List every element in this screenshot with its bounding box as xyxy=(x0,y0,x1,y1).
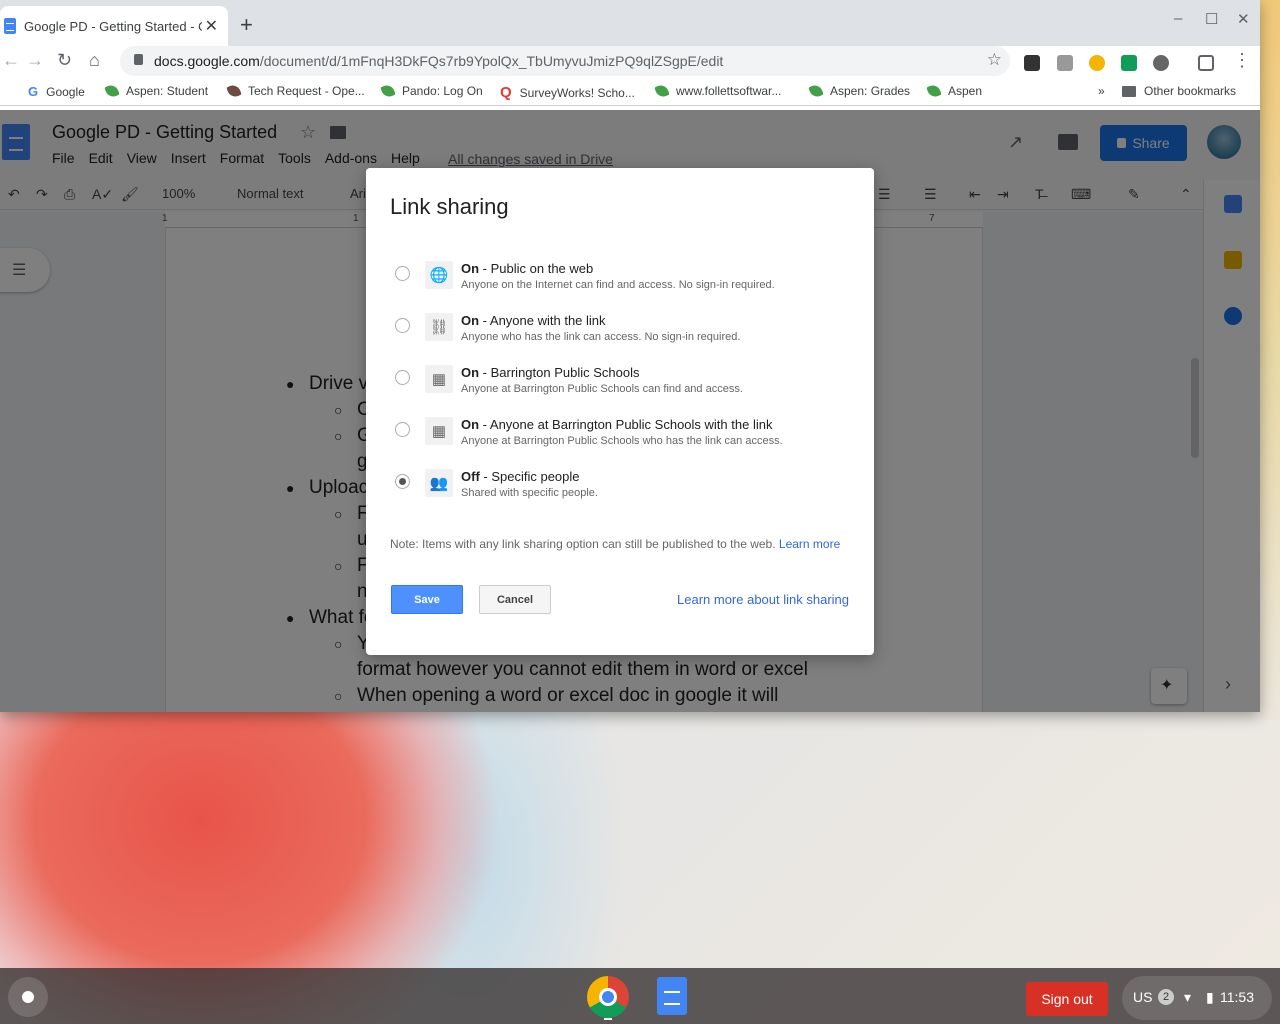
home-icon[interactable]: ⌂ xyxy=(89,50,100,71)
reload-icon[interactable]: ↻ xyxy=(57,50,72,71)
bookmarks-overflow-icon[interactable]: » xyxy=(1098,84,1105,98)
extension-icon[interactable] xyxy=(1024,55,1040,71)
extension-icon[interactable] xyxy=(1057,55,1073,71)
radio-button[interactable] xyxy=(395,422,410,437)
wallpaper-edge xyxy=(1260,0,1280,720)
radio-button[interactable] xyxy=(395,266,410,281)
google-icon: G xyxy=(28,84,39,99)
option-label: On - Barrington Public Schools xyxy=(461,365,640,380)
option-barrington-with-link[interactable]: ▦ On - Anyone at Barrington Public Schoo… xyxy=(390,417,860,457)
sign-out-button[interactable]: Sign out xyxy=(1026,982,1108,1016)
eagle-icon xyxy=(226,83,242,99)
radio-button[interactable] xyxy=(395,370,410,385)
learn-more-link-sharing[interactable]: Learn more about link sharing xyxy=(677,592,849,607)
leaf-icon xyxy=(808,83,824,99)
other-bookmarks[interactable]: Other bookmarks xyxy=(1122,84,1236,98)
leaf-icon xyxy=(104,83,120,99)
bookmark-tech-request[interactable]: Tech Request - Ope... xyxy=(226,83,365,99)
lock-icon xyxy=(134,54,143,65)
running-indicator xyxy=(604,1018,612,1020)
address-bar[interactable]: docs.google.com/document/d/1mFnqH3DkFQs7… xyxy=(120,46,1010,76)
leaf-icon xyxy=(380,83,396,99)
learn-more-link[interactable]: Learn more xyxy=(779,537,840,551)
new-tab-icon[interactable]: + xyxy=(240,12,253,38)
option-description: Anyone at Barrington Public Schools who … xyxy=(461,435,783,447)
option-label: Off - Specific people xyxy=(461,469,580,484)
bookmark-follett[interactable]: www.follettsoftwar... xyxy=(654,83,781,99)
people-icon: 👥 xyxy=(425,469,453,497)
q-icon: Q xyxy=(500,84,512,101)
option-anyone-with-link[interactable]: ⛓ On - Anyone with the link Anyone who h… xyxy=(390,313,860,353)
option-barrington-public-schools[interactable]: ▦ On - Barrington Public Schools Anyone … xyxy=(390,365,860,405)
bookmark-pando[interactable]: Pando: Log On xyxy=(380,83,483,99)
bookmarks-bar: G Google Aspen: Student Tech Request - Op… xyxy=(0,78,1260,106)
extension-icon[interactable] xyxy=(1153,55,1169,71)
leaf-icon xyxy=(654,83,670,99)
tab-close-icon[interactable]: ✕ xyxy=(205,16,218,36)
docs-app-icon[interactable] xyxy=(657,977,687,1015)
building-icon: ▦ xyxy=(425,365,453,393)
status-tray[interactable]: US 2 ▾ ▮ 11:53 xyxy=(1122,976,1272,1020)
close-window-icon[interactable]: ✕ xyxy=(1237,10,1250,28)
link-sharing-dialog: Link sharing 🌐 On - Public on the web An… xyxy=(366,168,874,655)
battery-icon: ▮ xyxy=(1206,989,1214,1005)
extension-icon[interactable] xyxy=(1089,55,1105,71)
person-link-icon: ⛓ xyxy=(425,313,453,341)
option-specific-people[interactable]: 👥 Off - Specific people Shared with spec… xyxy=(390,469,860,509)
option-public-on-web[interactable]: 🌐 On - Public on the web Anyone on the I… xyxy=(390,261,860,301)
bookmark-surveyworks[interactable]: Q SurveyWorks! Scho... xyxy=(500,84,635,101)
launcher-icon[interactable] xyxy=(8,977,48,1017)
folder-icon xyxy=(1122,85,1136,97)
leaf-icon xyxy=(926,83,942,99)
clock: 11:53 xyxy=(1220,989,1254,1005)
bookmark-aspen-student[interactable]: Aspen: Student xyxy=(104,83,208,99)
option-label: On - Public on the web xyxy=(461,261,594,276)
url-text: docs.google.com/document/d/1mFnqH3DkFQs7… xyxy=(154,53,724,69)
chromeos-shelf: Sign out US 2 ▾ ▮ 11:53 xyxy=(0,968,1280,1024)
globe-icon: 🌐 xyxy=(425,261,453,289)
publish-note: Note: Items with any link sharing option… xyxy=(390,537,841,551)
keyboard-layout: US xyxy=(1133,989,1153,1005)
wifi-icon: ▾ xyxy=(1184,989,1192,1005)
browser-toolbar: ← → ↻ ⌂ docs.google.com/document/d/1mFnq… xyxy=(0,46,1260,78)
notification-badge: 2 xyxy=(1158,989,1174,1005)
tab-title: Google PD - Getting Started - Goo xyxy=(24,18,202,34)
extension-icon[interactable] xyxy=(1121,55,1137,71)
cast-icon[interactable] xyxy=(1198,55,1214,71)
docs-favicon-icon xyxy=(4,18,16,34)
radio-button[interactable] xyxy=(395,318,410,333)
tab-strip: Google PD - Getting Started - Goo ✕ + – … xyxy=(0,0,1260,46)
option-description: Shared with specific people. xyxy=(461,487,598,499)
save-button[interactable]: Save xyxy=(391,585,463,614)
more-menu-icon[interactable]: ⋮ xyxy=(1233,50,1251,71)
forward-icon[interactable]: → xyxy=(26,50,44,71)
bookmark-google[interactable]: G Google xyxy=(28,84,85,99)
option-label: On - Anyone at Barrington Public Schools… xyxy=(461,417,773,432)
bookmark-aspen[interactable]: Aspen xyxy=(926,83,982,99)
option-description: Anyone on the Internet can find and acce… xyxy=(461,279,775,291)
option-description: Anyone at Barrington Public Schools can … xyxy=(461,383,743,395)
option-description: Anyone who has the link can access. No s… xyxy=(461,331,741,343)
bookmark-aspen-grades[interactable]: Aspen: Grades xyxy=(808,83,910,99)
cancel-button[interactable]: Cancel xyxy=(479,585,551,614)
back-icon[interactable]: ← xyxy=(2,50,20,71)
dialog-title: Link sharing xyxy=(390,194,509,219)
building-link-icon: ▦ xyxy=(425,417,453,445)
tab-google-docs[interactable]: Google PD - Getting Started - Goo ✕ xyxy=(0,6,228,46)
chrome-app-icon[interactable] xyxy=(587,976,629,1018)
option-label: On - Anyone with the link xyxy=(461,313,606,328)
radio-button-selected[interactable] xyxy=(395,474,410,489)
minimize-icon[interactable]: – xyxy=(1174,10,1182,27)
maximize-icon[interactable]: ☐ xyxy=(1205,10,1218,28)
bookmark-star-icon[interactable]: ☆ xyxy=(987,50,1002,70)
